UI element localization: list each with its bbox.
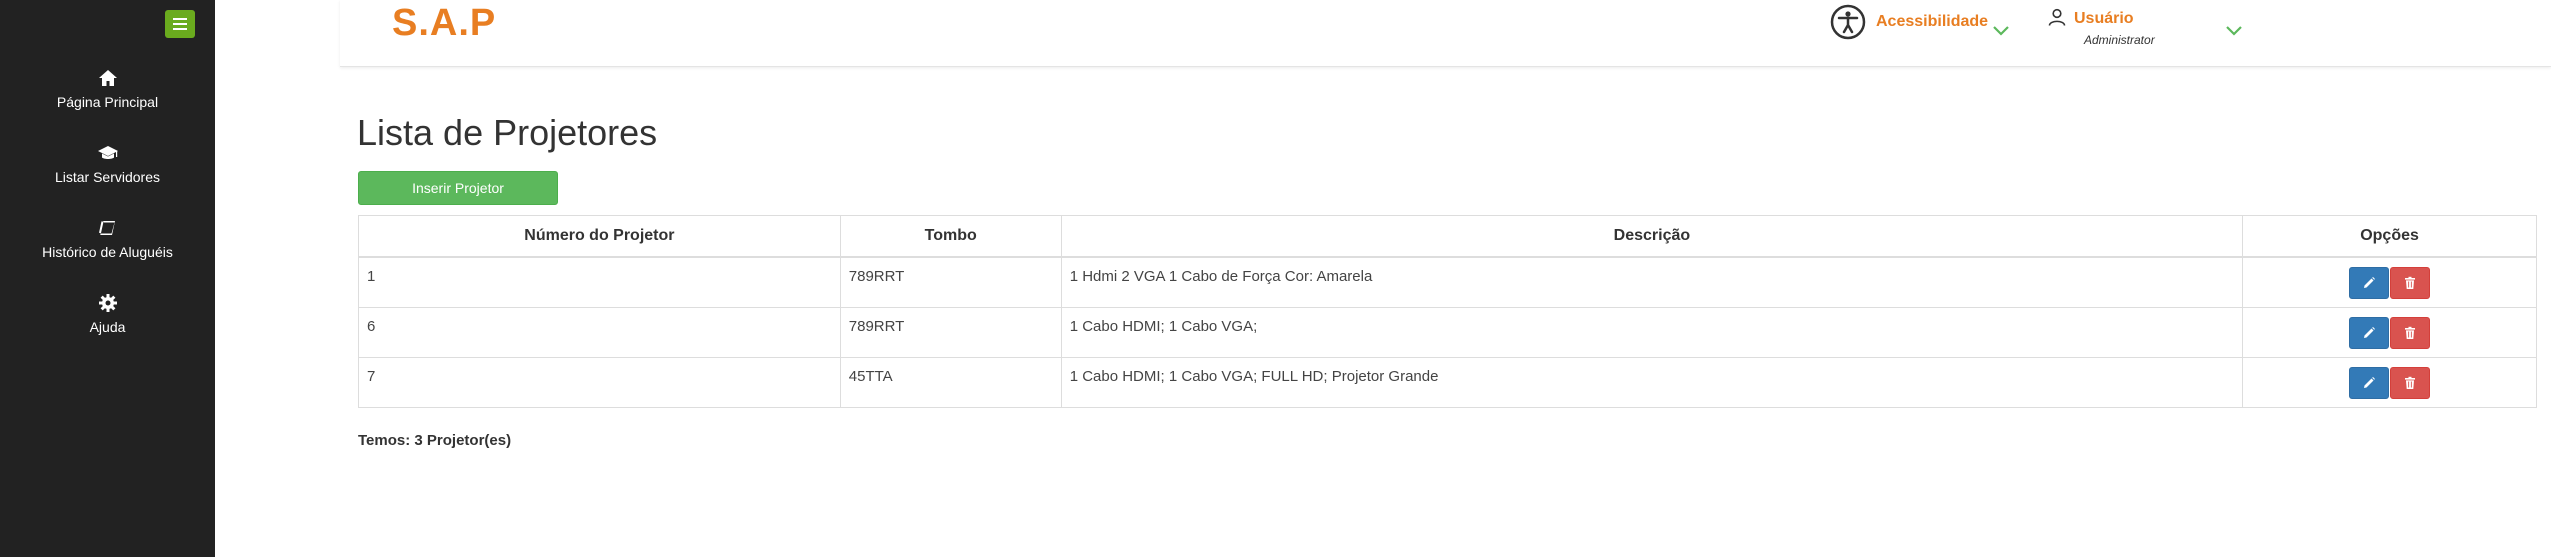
top-header: S.A.P <box>340 0 2551 67</box>
cell-descricao: 1 Hdmi 2 VGA 1 Cabo de Força Cor: Amarel… <box>1060 256 2244 308</box>
user-icon <box>2048 8 2066 26</box>
sidebar-item-label: Histórico de Aluguéis <box>42 244 173 260</box>
chevron-down-icon[interactable] <box>1992 24 2010 42</box>
cell-options <box>2242 256 2537 308</box>
menu-toggle-button[interactable] <box>165 10 195 38</box>
trash-icon <box>2405 376 2416 389</box>
cell-tombo: 789RRT <box>839 256 1062 308</box>
insert-projector-button[interactable]: Inserir Projetor <box>358 171 558 205</box>
column-header: Descrição <box>1060 215 2244 258</box>
user-name: Usuário <box>2074 10 2134 27</box>
edit-button[interactable] <box>2349 316 2390 349</box>
cell-descricao: 1 Cabo HDMI; 1 Cabo VGA; <box>1060 306 2244 358</box>
pencil-icon <box>2364 326 2376 338</box>
table-header-row: Número do Projetor Tombo Descrição Opçõe… <box>358 215 2537 258</box>
page-title: Lista de Projetores <box>357 112 658 153</box>
graduation-cap-icon <box>0 143 215 165</box>
cell-descricao: 1 Cabo HDMI; 1 Cabo VGA; FULL HD; Projet… <box>1060 356 2244 408</box>
delete-button[interactable] <box>2390 267 2431 299</box>
column-header: Tombo <box>839 215 1062 258</box>
trash-icon <box>2405 276 2416 289</box>
sidebar-item-servers[interactable]: Listar Servidores <box>0 143 215 185</box>
table-row: 6 789RRT 1 Cabo HDMI; 1 Cabo VGA; <box>358 306 2537 358</box>
accessibility-icon <box>1830 4 1866 40</box>
projector-count: Temos: 3 Projetor(es) <box>358 432 512 449</box>
user-role: Administrator <box>2084 33 2155 47</box>
edit-button[interactable] <box>2349 366 2390 399</box>
book-icon <box>0 218 215 240</box>
sidebar-item-label: Listar Servidores <box>54 169 161 185</box>
sidebar-item-home[interactable]: Página Principal <box>0 68 215 110</box>
pencil-icon <box>2364 277 2376 288</box>
delete-button[interactable] <box>2390 316 2431 349</box>
cell-numero: 1 <box>358 256 841 308</box>
sidebar-item-help[interactable]: Ajuda <box>0 293 215 335</box>
sidebar-item-label: Ajuda <box>89 319 126 335</box>
home-icon <box>0 68 215 90</box>
cell-tombo: 45TTA <box>839 356 1062 408</box>
pencil-icon <box>2364 376 2376 388</box>
brand-logo[interactable]: S.A.P <box>392 2 496 45</box>
cell-tombo: 789RRT <box>839 306 1062 358</box>
sidebar-item-rental-history[interactable]: Histórico de Aluguéis <box>0 218 215 260</box>
hamburger-icon <box>173 18 187 30</box>
projectors-table: Número do Projetor Tombo Descrição Opçõe… <box>358 215 2537 408</box>
delete-button[interactable] <box>2390 366 2431 399</box>
column-header: Opções <box>2242 215 2537 258</box>
cell-numero: 6 <box>358 306 841 358</box>
sidebar-item-label: Página Principal <box>56 94 159 110</box>
accessibility-menu[interactable]: Acessibilidade <box>1830 2 1988 42</box>
column-header: Número do Projetor <box>358 215 841 258</box>
cell-options <box>2242 356 2537 408</box>
table-row: 7 45TTA 1 Cabo HDMI; 1 Cabo VGA; FULL HD… <box>358 356 2537 408</box>
edit-button[interactable] <box>2349 267 2390 299</box>
cell-numero: 7 <box>358 356 841 408</box>
table-row: 1 789RRT 1 Hdmi 2 VGA 1 Cabo de Força Co… <box>358 256 2537 308</box>
trash-icon <box>2405 326 2416 339</box>
chevron-down-icon[interactable] <box>2225 24 2243 42</box>
accessibility-label: Acessibilidade <box>1876 13 1989 30</box>
cell-options <box>2242 306 2537 358</box>
sidebar: Página Principal Listar Servidores Histó… <box>0 0 215 557</box>
gear-icon <box>0 293 215 315</box>
